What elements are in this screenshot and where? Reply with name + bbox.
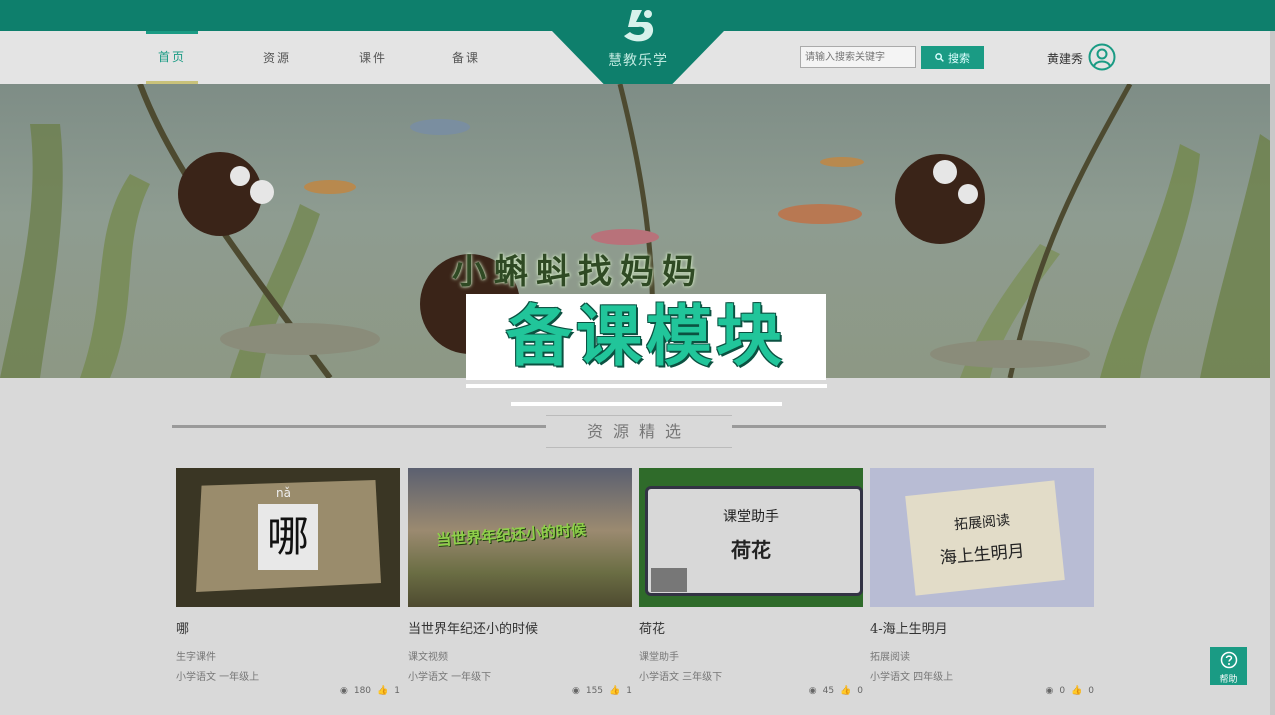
card-thumbnail[interactable]: 课堂助手 荷花 bbox=[639, 468, 863, 607]
nav-item-courseware[interactable]: 课件 bbox=[359, 49, 387, 66]
like-count: 1 bbox=[394, 686, 400, 696]
card-stats: ◉ 155 👍 1 bbox=[572, 686, 632, 696]
resource-card[interactable]: 拓展阅读 海上生明月 4-海上生明月 拓展阅读 小学语文 四年级上 ◉ 0 👍 0 bbox=[870, 468, 1094, 696]
thumb-pinyin: nǎ bbox=[276, 486, 291, 500]
card-grade: 小学语文 一年级上 bbox=[176, 672, 260, 683]
card-title[interactable]: 4-海上生明月 bbox=[870, 618, 948, 637]
like-icon[interactable]: 👍 bbox=[1071, 686, 1082, 696]
card-title[interactable]: 当世界年纪还小的时候 bbox=[408, 618, 538, 637]
search-button-label: 搜索 bbox=[948, 51, 970, 65]
card-thumbnail[interactable]: 当世界年纪还小的时候 bbox=[408, 468, 632, 607]
card-thumbnail[interactable]: 拓展阅读 海上生明月 bbox=[870, 468, 1094, 607]
like-count: 0 bbox=[857, 686, 863, 696]
overlay-underline bbox=[466, 384, 827, 388]
help-button[interactable]: 帮助 bbox=[1210, 647, 1247, 685]
banner-title: 小蝌蚪找妈妈 bbox=[452, 252, 704, 292]
thumb-caption: 荷花 bbox=[731, 538, 771, 562]
scrollbar[interactable] bbox=[1270, 31, 1275, 715]
logo-icon[interactable] bbox=[618, 6, 662, 46]
view-count: 0 bbox=[1059, 686, 1066, 696]
card-title[interactable]: 哪 bbox=[176, 618, 189, 637]
card-grade: 小学语文 四年级上 bbox=[870, 672, 954, 683]
username[interactable]: 黄建秀 bbox=[1047, 50, 1083, 67]
card-grade: 小学语文 三年级下 bbox=[639, 672, 723, 683]
card-title[interactable]: 荷花 bbox=[639, 618, 665, 637]
card-type: 生字课件 bbox=[176, 652, 216, 663]
card-thumbnail[interactable]: nǎ 哪 bbox=[176, 468, 400, 607]
like-count: 1 bbox=[626, 686, 632, 696]
help-label: 帮助 bbox=[1219, 675, 1238, 685]
question-icon bbox=[1220, 651, 1237, 669]
like-icon[interactable]: 👍 bbox=[609, 686, 620, 696]
like-icon[interactable]: 👍 bbox=[840, 686, 851, 696]
card-type: 课文视频 bbox=[408, 652, 448, 663]
card-type: 拓展阅读 bbox=[870, 652, 910, 663]
nav-item-home[interactable]: 首页 bbox=[146, 31, 198, 84]
nav-item-lesson-prep[interactable]: 备课 bbox=[452, 49, 480, 66]
card-grade: 小学语文 一年级下 bbox=[408, 672, 492, 683]
like-count: 0 bbox=[1088, 686, 1094, 696]
card-stats: ◉ 0 👍 0 bbox=[1045, 686, 1094, 696]
view-count: 155 bbox=[585, 686, 604, 696]
views-icon: ◉ bbox=[572, 686, 580, 696]
views-icon: ◉ bbox=[1045, 686, 1054, 696]
thumb-caption: 当世界年纪还小的时候 bbox=[435, 520, 587, 550]
user-avatar-icon[interactable] bbox=[1088, 43, 1116, 71]
module-overlay-title: 备课模块 bbox=[506, 298, 786, 375]
search-button[interactable]: 搜索 bbox=[921, 46, 984, 69]
view-count: 45 bbox=[822, 686, 835, 696]
resource-card[interactable]: 当世界年纪还小的时候 当世界年纪还小的时候 课文视频 小学语文 一年级下 ◉ 15… bbox=[408, 468, 632, 696]
section-divider bbox=[172, 425, 547, 428]
overlay-underline bbox=[511, 402, 782, 406]
section-divider bbox=[731, 425, 1106, 428]
nav-item-resources[interactable]: 资源 bbox=[263, 49, 291, 66]
thumb-character: 哪 bbox=[258, 504, 318, 570]
search-input[interactable] bbox=[800, 46, 916, 68]
resource-card[interactable]: 课堂助手 荷花 荷花 课堂助手 小学语文 三年级下 ◉ 45 👍 0 bbox=[639, 468, 863, 696]
resource-card[interactable]: nǎ 哪 哪 生字课件 小学语文 一年级上 ◉ 180 👍 1 bbox=[176, 468, 400, 696]
view-count: 180 bbox=[353, 686, 372, 696]
section-title: 资源精选 bbox=[546, 415, 732, 448]
card-stats: ◉ 180 👍 1 bbox=[340, 686, 400, 696]
views-icon: ◉ bbox=[340, 686, 348, 696]
search-icon bbox=[935, 53, 944, 62]
card-stats: ◉ 45 👍 0 bbox=[809, 686, 863, 696]
card-type: 课堂助手 bbox=[639, 652, 679, 663]
thumb-header: 课堂助手 bbox=[723, 509, 779, 525]
views-icon: ◉ bbox=[808, 686, 817, 696]
like-icon[interactable]: 👍 bbox=[377, 686, 388, 696]
logo-text: 慧教乐学 bbox=[608, 53, 668, 69]
